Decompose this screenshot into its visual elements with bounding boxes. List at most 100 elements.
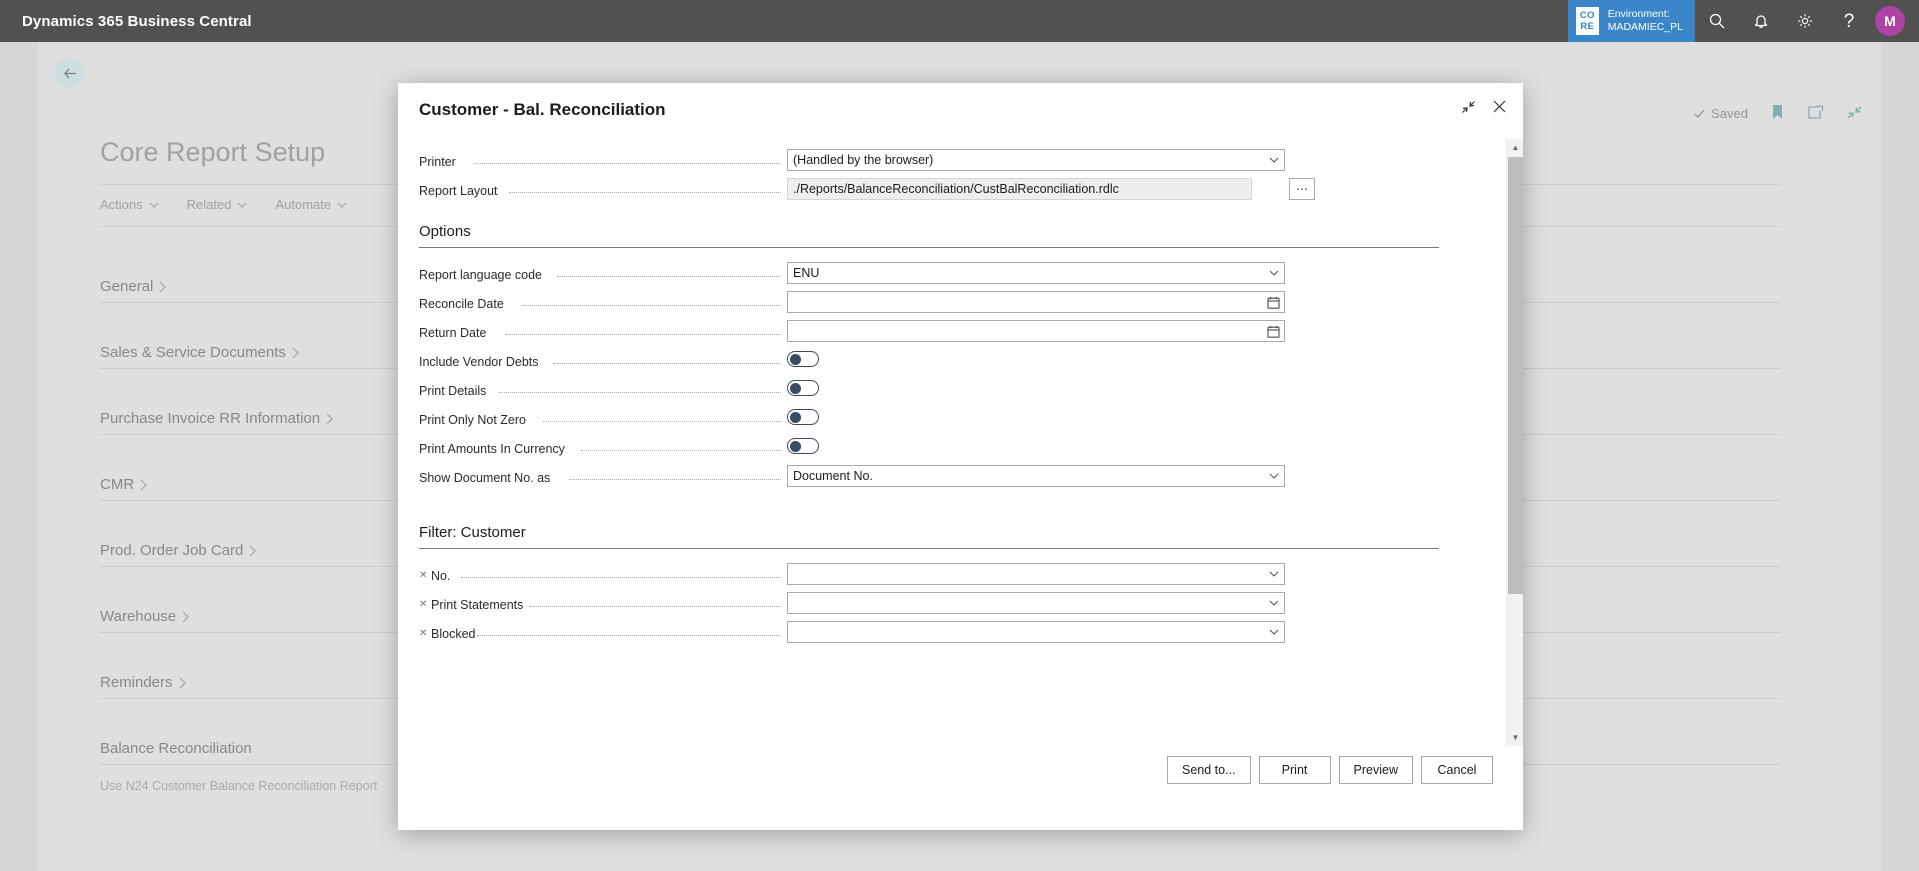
filter-field-no-input[interactable]: [787, 563, 1285, 585]
remove-filter-icon[interactable]: ✕: [419, 570, 427, 581]
field-dots: [499, 392, 781, 393]
field-report-layout-dots: [509, 192, 781, 193]
field-dots: [581, 450, 781, 451]
chevron-right-icon: [140, 479, 147, 490]
section-cmr-label: CMR: [100, 476, 148, 493]
app-title: Dynamics 365 Business Central: [22, 12, 252, 30]
field-print-only-not-zero-label: Print Only Not Zero: [419, 413, 526, 427]
notifications-icon[interactable]: [1739, 0, 1783, 42]
section-purchase-label: Purchase Invoice RR Information: [100, 410, 334, 427]
open-in-new-window-icon[interactable]: [1807, 105, 1824, 123]
environment-name: MADAMIEC_PL: [1607, 21, 1683, 33]
chevron-right-icon: [179, 677, 186, 688]
environment-text: Environment: MADAMIEC_PL: [1608, 8, 1683, 34]
app-header-right: CO RE Environment: MADAMIEC_PL ? M: [1567, 0, 1919, 42]
field-report-language-code-input[interactable]: ENU: [787, 262, 1285, 284]
preview-button[interactable]: Preview: [1338, 756, 1413, 784]
field-report-layout-value: ./Reports/BalanceReconciliation/CustBalR…: [793, 182, 1119, 196]
field-include-vendor-debts-label: Include Vendor Debts: [419, 355, 539, 369]
field-report-layout-input[interactable]: ./Reports/BalanceReconciliation/CustBalR…: [787, 178, 1252, 200]
field-dots: [505, 334, 781, 335]
print-button[interactable]: Print: [1258, 756, 1331, 784]
minimize-icon[interactable]: [1461, 100, 1476, 119]
close-icon[interactable]: [1492, 99, 1507, 119]
back-button[interactable]: [55, 58, 85, 88]
bookmark-icon[interactable]: [1770, 104, 1785, 123]
environment-badge[interactable]: CO RE Environment: MADAMIEC_PL: [1567, 0, 1695, 42]
chevron-down-icon[interactable]: [1264, 270, 1284, 276]
field-dots: [523, 305, 781, 306]
menu-related-label: Related: [186, 197, 232, 212]
section-warehouse-label: Warehouse: [100, 608, 190, 625]
dialog-buttons: Send to... Print Preview Cancel: [1167, 756, 1493, 784]
toggle-knob: [790, 383, 801, 394]
saved-status-label: Saved: [1711, 106, 1748, 121]
toggle-print-amounts-in-currency[interactable]: [787, 438, 819, 454]
options-group-header: Options: [419, 223, 1493, 248]
menu-actions[interactable]: Actions: [100, 197, 159, 212]
filter-field-blocked-input[interactable]: [787, 621, 1285, 643]
section-label-text: Sales & Service Documents: [100, 344, 286, 361]
company-logo-line2: RE: [1580, 21, 1595, 32]
chevron-down-icon[interactable]: [1264, 157, 1284, 163]
field-printer: Printer (Handled by the browser): [419, 149, 1493, 178]
field-dots: [461, 577, 781, 578]
field-dots: [529, 606, 781, 607]
remove-filter-icon[interactable]: ✕: [419, 599, 427, 610]
settings-gear-icon[interactable]: [1783, 0, 1827, 42]
toggle-knob: [790, 441, 801, 452]
balance-field-label: Use N24 Customer Balance Reconciliation …: [100, 779, 378, 793]
filter-group-header: Filter: Customer: [419, 524, 1493, 549]
company-logo-line1: CO: [1579, 10, 1595, 21]
field-reconcile-date-label: Reconcile Date: [419, 297, 504, 311]
toggle-print-details[interactable]: [787, 380, 819, 396]
right-rail: [1881, 42, 1919, 871]
calendar-icon[interactable]: [1262, 296, 1284, 309]
field-show-document-no-as-input[interactable]: Document No.: [787, 465, 1285, 487]
saved-status: Saved: [1693, 106, 1748, 121]
chevron-down-icon[interactable]: [1264, 600, 1284, 606]
field-printer-input[interactable]: (Handled by the browser): [787, 149, 1285, 171]
dialog-footer: Send to... Print Preview Cancel: [398, 746, 1523, 830]
section-general-label: General: [100, 278, 167, 295]
filter-field-blocked: ✕ Blocked: [419, 621, 1493, 650]
dialog-header-icons: [1461, 99, 1507, 119]
collapse-icon[interactable]: [1846, 105, 1863, 123]
menu-automate-label: Automate: [275, 197, 332, 212]
chevron-down-icon[interactable]: [1264, 473, 1284, 479]
field-return-date-input[interactable]: [787, 320, 1285, 342]
section-label-text: Purchase Invoice RR Information: [100, 410, 321, 427]
field-print-only-not-zero: Print Only Not Zero: [419, 407, 1493, 436]
toggle-knob: [790, 354, 801, 365]
filter-field-print-statements: ✕ Print Statements: [419, 592, 1493, 621]
scroll-up-arrow-icon[interactable]: ▲: [1507, 139, 1523, 156]
toggle-print-only-not-zero[interactable]: [787, 409, 819, 425]
section-label-text: Prod. Order Job Card: [100, 542, 244, 559]
scroll-down-arrow-icon[interactable]: ▼: [1507, 729, 1523, 746]
section-balance-label: Balance Reconciliation: [100, 740, 252, 757]
dialog-scrollbar[interactable]: ▲ ▼: [1506, 139, 1523, 746]
user-avatar[interactable]: M: [1875, 6, 1905, 36]
scrollbar-thumb[interactable]: [1508, 157, 1523, 594]
filter-field-print-statements-input[interactable]: [787, 592, 1285, 614]
report-layout-assist-edit-button[interactable]: ⋯: [1289, 178, 1315, 200]
field-show-document-no-as-label: Show Document No. as: [419, 471, 551, 485]
cancel-button[interactable]: Cancel: [1421, 756, 1493, 784]
chevron-down-icon[interactable]: [1264, 629, 1284, 635]
field-include-vendor-debts: Include Vendor Debts: [419, 349, 1493, 378]
calendar-icon[interactable]: [1262, 325, 1284, 338]
send-to-button[interactable]: Send to...: [1167, 756, 1251, 784]
field-print-details-label: Print Details: [419, 384, 487, 398]
search-icon[interactable]: [1695, 0, 1739, 42]
section-label-text: Warehouse: [100, 608, 177, 625]
environment-label: Environment:: [1607, 8, 1670, 20]
menu-automate[interactable]: Automate: [275, 197, 347, 212]
field-printer-label: Printer: [419, 155, 456, 169]
help-icon[interactable]: ?: [1827, 0, 1871, 42]
field-reconcile-date-input[interactable]: [787, 291, 1285, 313]
filter-group-title: Filter: Customer: [419, 524, 526, 541]
menu-related[interactable]: Related: [187, 197, 248, 212]
remove-filter-icon[interactable]: ✕: [419, 628, 427, 639]
chevron-down-icon[interactable]: [1264, 571, 1284, 577]
toggle-include-vendor-debts[interactable]: [787, 351, 819, 367]
